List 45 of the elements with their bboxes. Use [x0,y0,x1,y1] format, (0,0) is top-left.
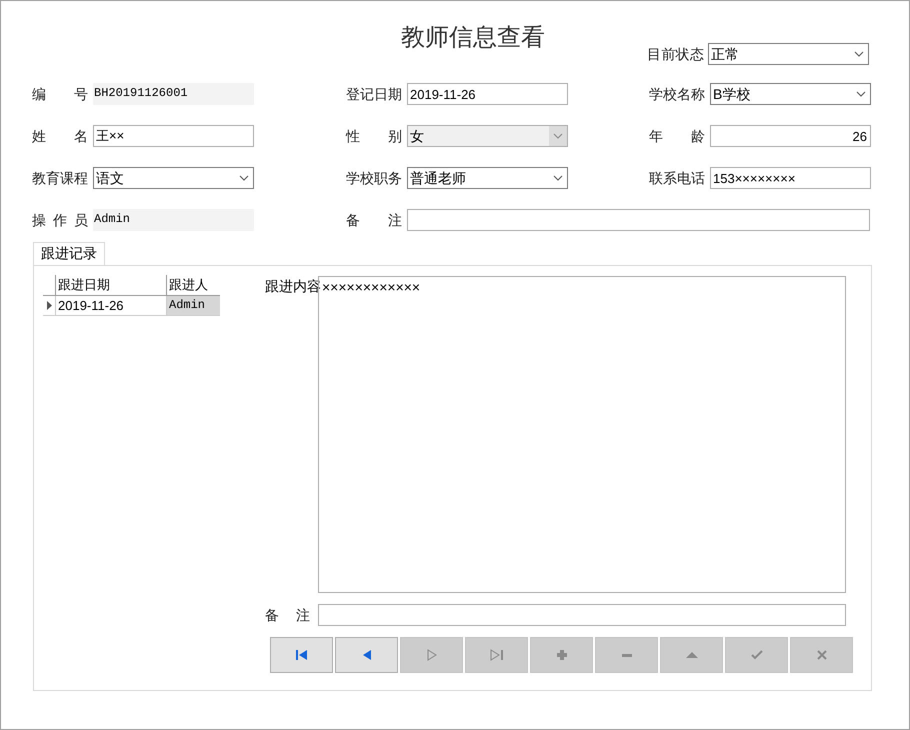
column-header: 跟进人 [166,275,220,294]
field-label: 教育课程 [32,168,88,188]
column-header: 跟进日期 [55,275,166,294]
navigator-button[interactable] [335,637,398,673]
triangle-up-icon [686,652,698,658]
dropdown[interactable]: 普通老师 [407,167,568,189]
dropdown[interactable]: 女 [407,125,568,147]
readonly-field: BH20191126001 [93,83,254,105]
readonly-field: Admin [93,209,254,231]
minus-icon [622,654,632,656]
field-label: 登记日期 [346,84,402,104]
field-label: 备 注 [346,210,402,230]
field-label: 性 别 [346,126,402,146]
table-row[interactable]: 2019-11-26 Admin [43,296,220,316]
table-cell: Admin [166,296,220,315]
input-field[interactable]: 2019-11-26 [407,83,568,105]
field-label: 年 龄 [649,126,705,146]
input-field[interactable] [407,209,870,231]
window-title: 教师信息查看 [401,22,545,53]
dropdown[interactable]: B学校 [710,83,871,105]
dropdown[interactable]: 正常 [708,43,869,65]
input-field[interactable]: 26 [710,125,871,147]
chevron-icon [856,91,866,97]
field-label: 目前状态 [647,44,704,64]
dropdown[interactable]: 语文 [93,167,254,189]
input-field[interactable] [318,604,846,626]
field-label: 姓 名 [32,126,88,146]
first-record-icon [294,647,310,663]
field-label: 联系电话 [649,168,705,188]
field-label: 编 号 [32,84,88,104]
field-label: 操 作 员 [32,210,88,230]
tab[interactable]: 跟进记录 [33,242,105,265]
text-area[interactable]: ×××××××××××× [318,276,846,593]
last-record-icon [488,647,504,663]
row-pointer-icon [46,300,52,310]
field-label: 学校职务 [346,168,402,188]
input-field[interactable]: 153×××××××× [710,167,871,189]
chevron-icon [553,133,563,139]
chevron-icon [239,175,249,181]
field-label: 备 注 [265,606,310,624]
input-field[interactable]: 王×× [93,125,254,147]
field-label: 学校名称 [649,84,705,104]
navigator-button[interactable] [270,637,333,673]
chevron-icon [854,51,864,57]
chevron-icon [553,175,563,181]
